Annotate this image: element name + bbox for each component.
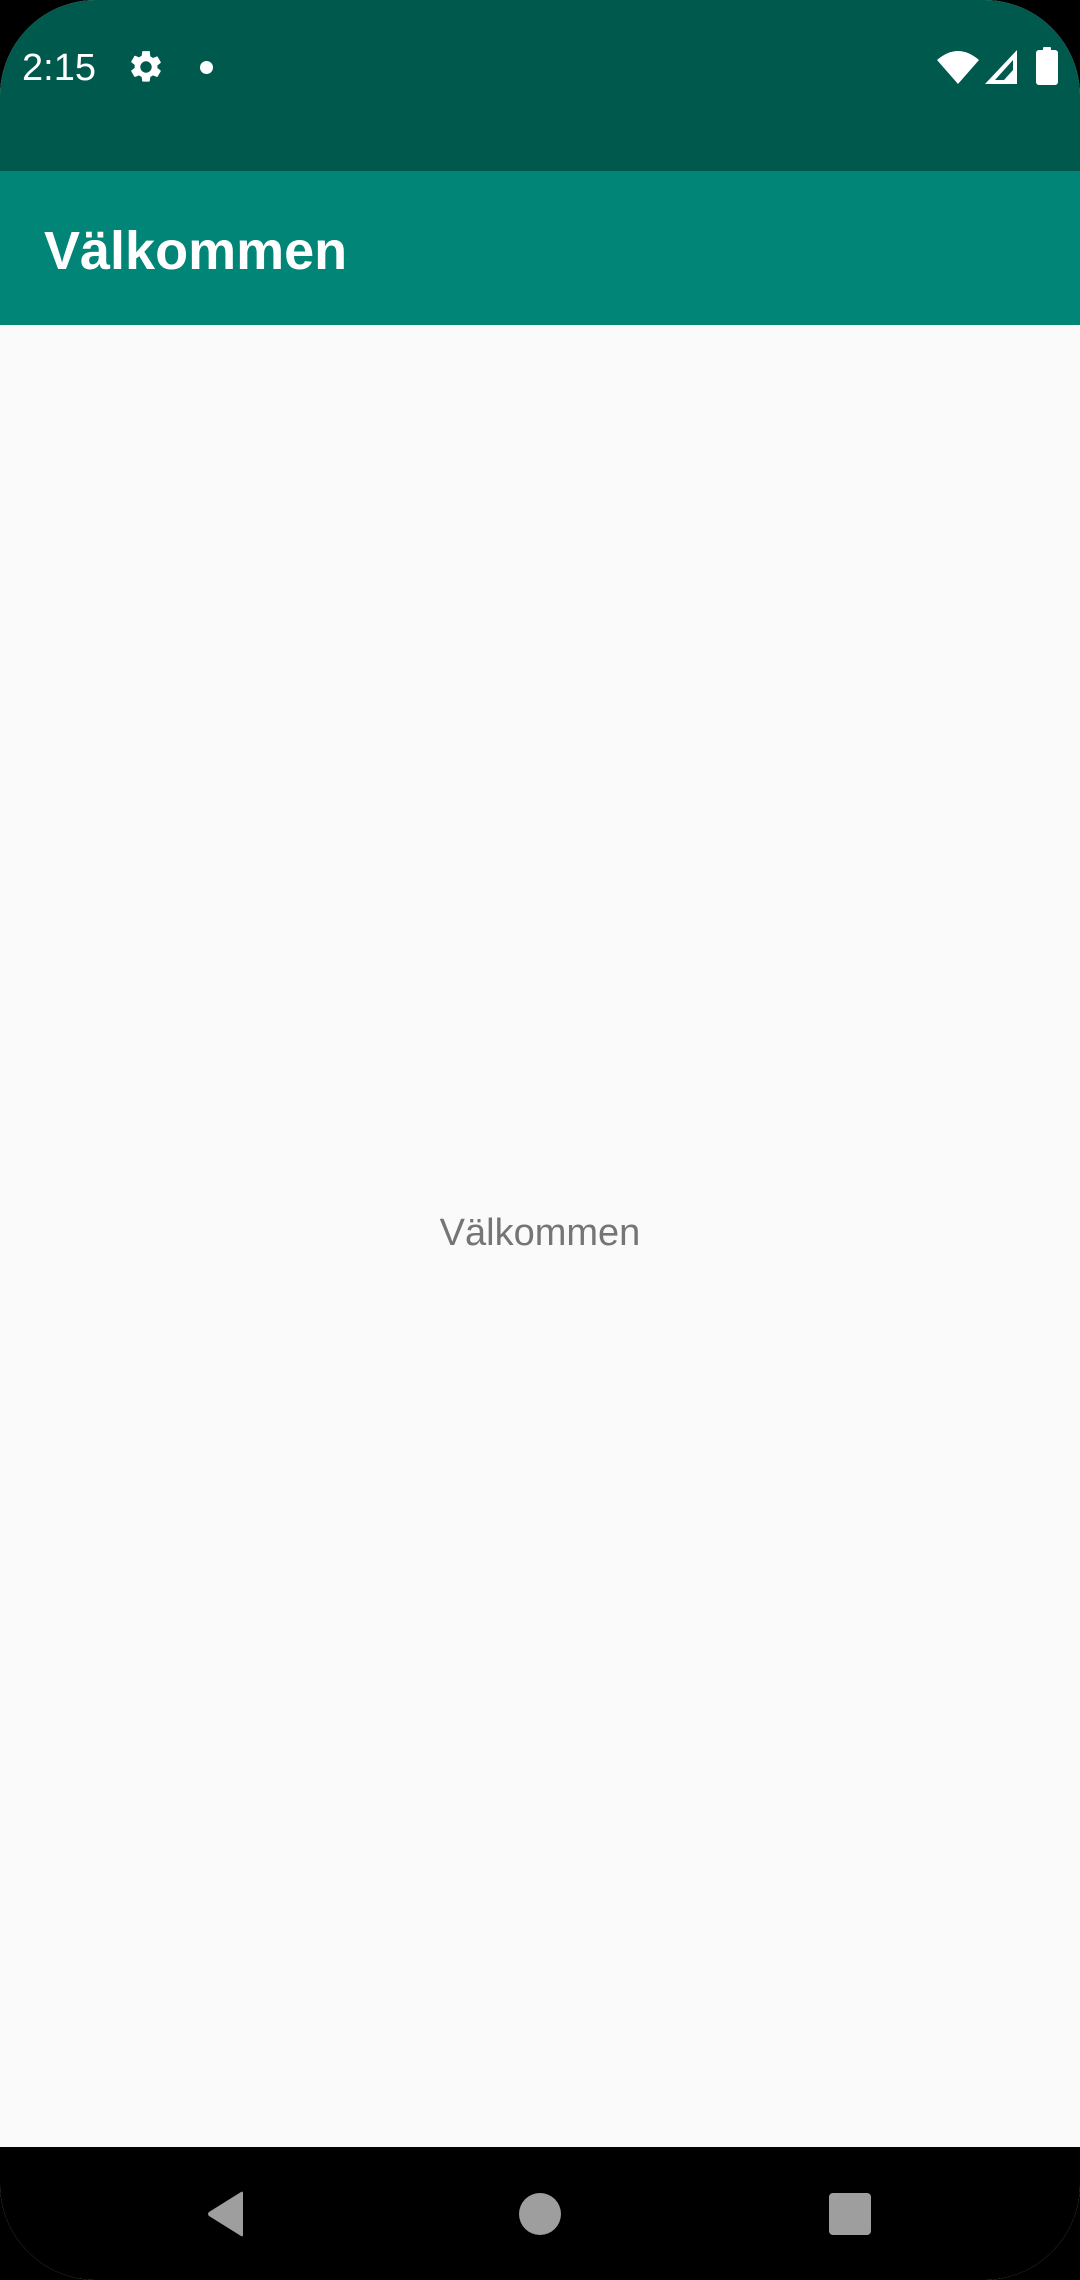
main-content: Välkommen xyxy=(0,325,1080,2147)
cell-signal-icon xyxy=(983,48,1019,86)
recents-icon[interactable] xyxy=(829,2193,871,2235)
battery-icon xyxy=(1036,47,1058,85)
navigation-bar xyxy=(0,2147,1080,2280)
status-bar: 2:15 xyxy=(0,0,1080,171)
notification-dot-icon xyxy=(200,61,213,74)
phone-screen: 2:15 Välkommen Välkommen xyxy=(0,0,1080,2280)
welcome-message: Välkommen xyxy=(439,1212,641,1254)
back-icon[interactable] xyxy=(205,2191,247,2237)
wifi-icon xyxy=(936,48,980,86)
home-icon[interactable] xyxy=(519,2193,561,2235)
gear-icon xyxy=(127,48,165,86)
app-bar: Välkommen xyxy=(0,171,1080,325)
status-time: 2:15 xyxy=(22,47,96,89)
page-title: Välkommen xyxy=(44,221,348,281)
